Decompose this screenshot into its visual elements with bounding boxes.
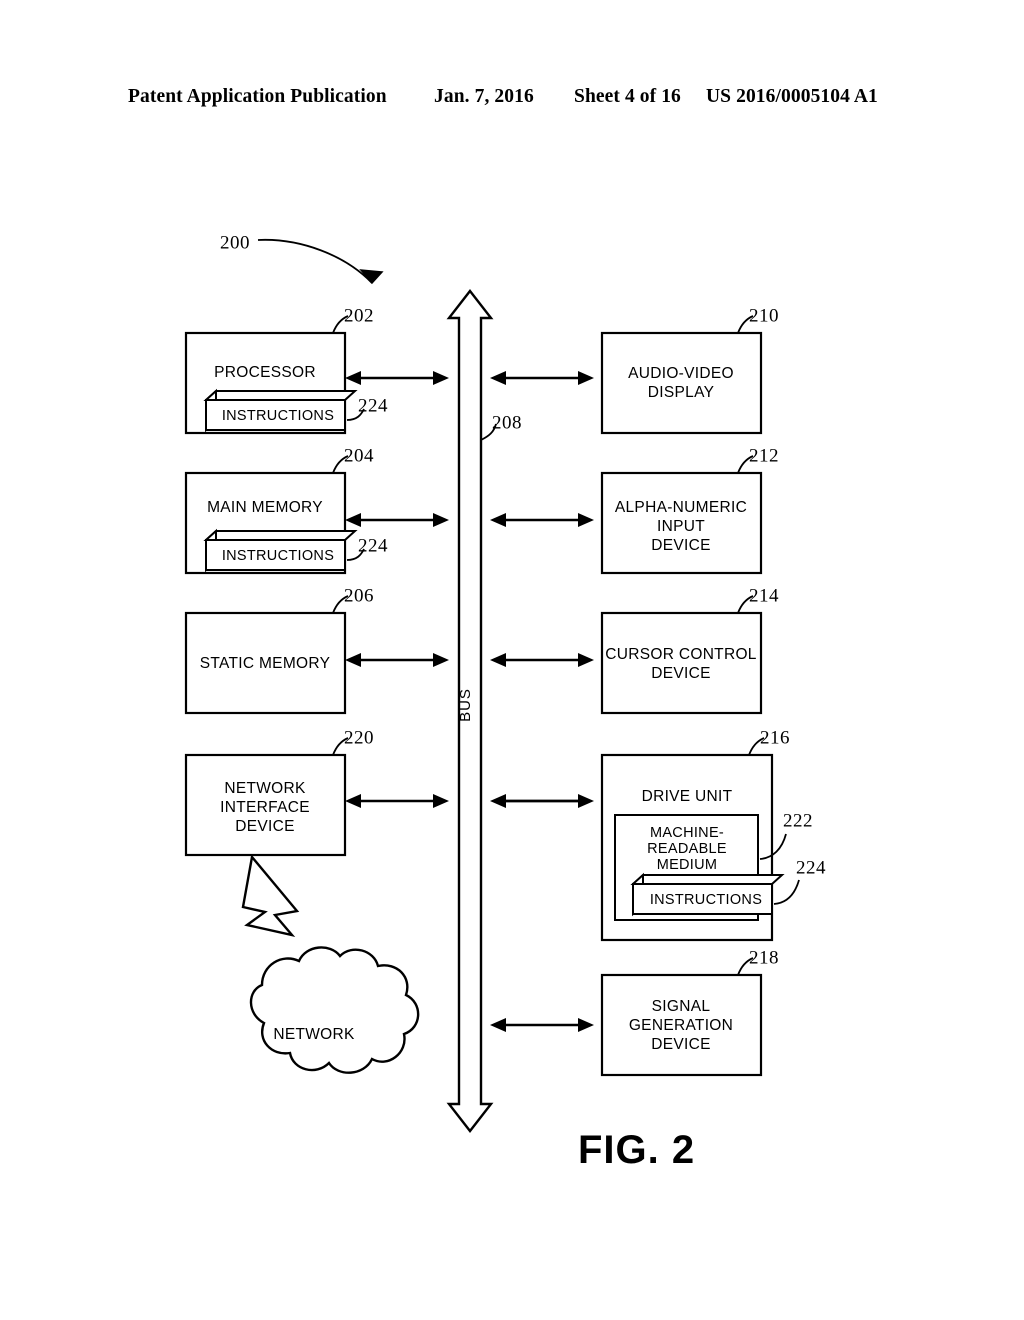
- main-memory-instructions-block: INSTRUCTIONS: [203, 528, 358, 573]
- ref-label-210: 210: [749, 305, 779, 326]
- system-reference-200: 200: [220, 232, 384, 285]
- ref-label-212: 212: [749, 445, 779, 466]
- block-signal-generation-device: SIGNAL GENERATION DEVICE 218: [600, 947, 779, 1077]
- machine-readable-medium-label-line-3: MEDIUM: [657, 857, 718, 873]
- signal-generation-device-label-line-3: DEVICE: [651, 1036, 711, 1053]
- ref-label-218: 218: [749, 947, 779, 968]
- bus-label: BUS: [457, 688, 474, 722]
- lightning-bolt-icon: [241, 854, 300, 937]
- block-audio-video-display: AUDIO-VIDEO DISPLAY 210: [600, 305, 779, 435]
- ref-label-206: 206: [344, 585, 374, 606]
- drive-unit-instructions-block: INSTRUCTIONS: [630, 872, 785, 917]
- network-interface-device-label-line-2: INTERFACE: [220, 799, 310, 816]
- block-static-memory: STATIC MEMORY 206: [184, 585, 374, 715]
- figure-2-diagram: 200 BUS 208 PROCESSOR INSTRUCTIONS 202 2…: [0, 0, 1024, 1320]
- ref-label-224-processor: 224: [358, 395, 388, 416]
- figure-caption: FIG. 2: [578, 1128, 695, 1172]
- bus: BUS 208: [446, 289, 522, 1133]
- block-network-interface-device: NETWORK INTERFACE DEVICE 220: [184, 727, 374, 857]
- drive-unit-instructions-label: INSTRUCTIONS: [650, 892, 762, 908]
- alpha-numeric-input-device-label-line-3: DEVICE: [651, 537, 711, 554]
- alpha-numeric-input-device-label-line-1: ALPHA-NUMERIC: [615, 499, 747, 516]
- cursor-control-device-label-line-1: CURSOR CONTROL: [605, 646, 757, 663]
- block-cursor-control-device: CURSOR CONTROL DEVICE 214: [600, 585, 779, 715]
- machine-readable-medium-label-line-2: READABLE: [647, 841, 727, 857]
- ref-label-216: 216: [760, 727, 790, 748]
- main-memory-instructions-label: INSTRUCTIONS: [222, 548, 334, 564]
- audio-video-display-label-line-2: DISPLAY: [648, 384, 714, 401]
- network-interface-device-label-line-1: NETWORK: [224, 780, 306, 797]
- drive-unit-label: DRIVE UNIT: [642, 788, 733, 805]
- ref-label-224-main-memory: 224: [358, 535, 388, 556]
- machine-readable-medium-label-line-1: MACHINE-: [650, 825, 724, 841]
- ref-label-208: 208: [492, 412, 522, 433]
- ref-label-222: 222: [783, 810, 813, 831]
- network-cloud: NETWORK: [249, 946, 420, 1074]
- processor-instructions-label: INSTRUCTIONS: [222, 408, 334, 424]
- ref-label-214: 214: [749, 585, 779, 606]
- block-main-memory: MAIN MEMORY INSTRUCTIONS 204 224: [184, 445, 388, 575]
- signal-generation-device-label-line-1: SIGNAL: [652, 998, 711, 1015]
- alpha-numeric-input-device-label-line-2: INPUT: [657, 518, 705, 535]
- signal-generation-device-label-line-2: GENERATION: [629, 1017, 733, 1034]
- ref-label-202: 202: [344, 305, 374, 326]
- ref-label-200: 200: [220, 232, 250, 253]
- block-drive-unit: DRIVE UNIT MACHINE- READABLE MEDIUM INST…: [600, 727, 826, 942]
- processor-label: PROCESSOR: [214, 364, 316, 381]
- ref-label-204: 204: [344, 445, 374, 466]
- main-memory-label: MAIN MEMORY: [207, 499, 323, 516]
- ref-label-224-drive-unit: 224: [796, 857, 826, 878]
- machine-readable-medium: MACHINE- READABLE MEDIUM INSTRUCTIONS: [614, 814, 785, 921]
- audio-video-display-label-line-1: AUDIO-VIDEO: [628, 365, 734, 382]
- connector-signal-generation-bus: [490, 1018, 594, 1032]
- network-cloud-label: NETWORK: [273, 1026, 355, 1043]
- static-memory-label: STATIC MEMORY: [200, 655, 331, 672]
- network-interface-device-label-line-3: DEVICE: [235, 818, 295, 835]
- ref-label-220: 220: [344, 727, 374, 748]
- processor-instructions-block: INSTRUCTIONS: [203, 388, 358, 433]
- block-processor: PROCESSOR INSTRUCTIONS 202 224: [184, 305, 388, 435]
- block-alpha-numeric-input-device: ALPHA-NUMERIC INPUT DEVICE 212: [600, 445, 779, 575]
- cursor-control-device-label-line-2: DEVICE: [651, 665, 711, 682]
